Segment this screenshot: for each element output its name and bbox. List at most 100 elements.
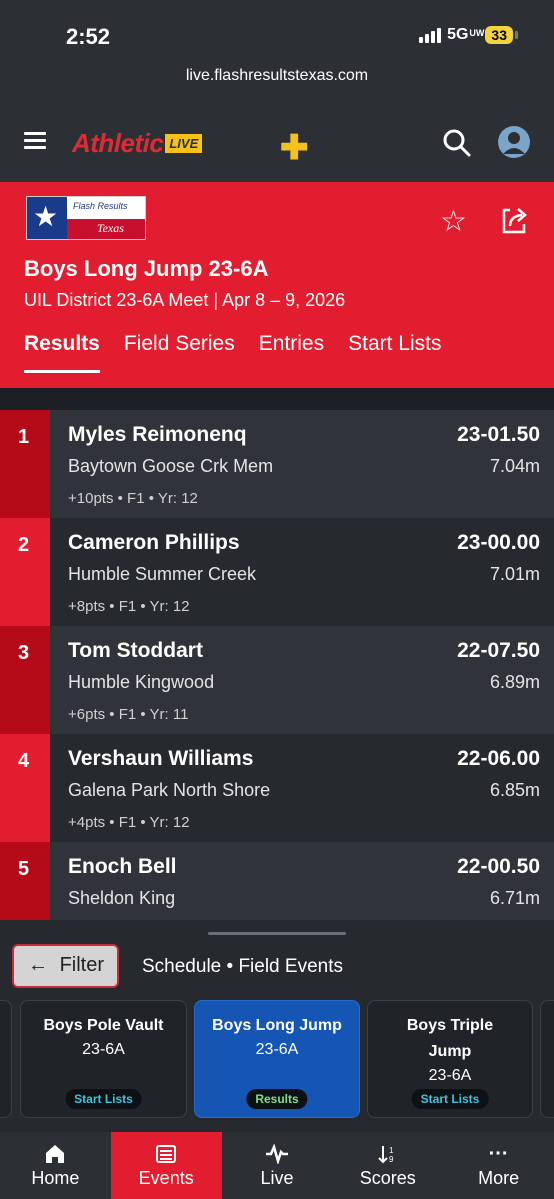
svg-text:1: 1 <box>389 1146 394 1155</box>
mark-metric: 7.01m <box>489 564 540 584</box>
meet-subtitle: UIL District 23-6A Meet | Apr 8 – 9, 202… <box>24 290 346 310</box>
team-name: Baytown Goose Crk Mem <box>68 456 274 476</box>
athlete-name[interactable]: Cameron Phillips <box>68 531 240 555</box>
mark-metric: 6.85m <box>489 780 540 800</box>
event-card-triple-jump[interactable]: Boys Triple Jump 23-6A Start Lists <box>367 1000 533 1118</box>
arrow-left-icon: ← <box>28 954 48 976</box>
account-icon[interactable] <box>498 126 530 158</box>
app-screen: 2:52 5G UW 33 live.flashresultstexas.com… <box>0 0 554 1199</box>
nav-scores[interactable]: 19 Scores <box>332 1132 443 1199</box>
mark-imperial: 22-07.50 <box>457 639 540 662</box>
result-row[interactable]: 4 Vershaun Williams Galena Park North Sh… <box>0 734 554 842</box>
place-number: 4 <box>0 734 50 842</box>
home-icon <box>0 1142 111 1166</box>
battery-tip <box>515 31 518 39</box>
card-division: 23-6A <box>255 1041 299 1058</box>
status-badge: Start Lists <box>411 1089 489 1109</box>
event-tabs: Results Field Series Entries Start Lists <box>24 332 441 373</box>
athlete-name[interactable]: Myles Reimonenq <box>68 423 247 447</box>
team-name: Humble Kingwood <box>68 672 215 692</box>
mark-imperial: 22-06.00 <box>457 747 540 770</box>
flash-results-texas-logo: ★ Flash Results Texas <box>26 196 146 240</box>
card-title: Boys Pole Vault <box>43 1017 164 1034</box>
url-text: live.flashresultstexas.com <box>185 67 369 84</box>
status-badge: Start Lists <box>65 1089 142 1109</box>
network-suffix: UW <box>469 27 485 38</box>
tab-entries[interactable]: Entries <box>259 332 324 373</box>
result-meta: +10pts • F1 • Yr: 12 <box>68 490 198 507</box>
athlete-name[interactable]: Vershaun Williams <box>68 747 253 771</box>
event-cards: Boys Pole Vault 23-6A Start Lists Boys L… <box>0 1000 554 1120</box>
logo-text: Athletic <box>72 128 164 158</box>
tab-field-series[interactable]: Field Series <box>124 332 235 373</box>
tab-start-lists[interactable]: Start Lists <box>348 332 441 373</box>
team-name: Sheldon King <box>68 888 176 908</box>
status-icons: 5G UW 33 <box>419 26 518 44</box>
nav-label: Scores <box>359 1168 416 1188</box>
more-dots-icon: ··· <box>488 1142 509 1165</box>
event-picker-sheet: ← Filter Schedule • Field Events Boys Po… <box>0 920 554 1132</box>
athlete-name[interactable]: Tom Stoddart <box>68 639 203 663</box>
nav-label: Home <box>31 1168 80 1188</box>
result-row[interactable]: 3 Tom Stoddart Humble Kingwood +6pts • F… <box>0 626 554 734</box>
mark-metric: 7.04m <box>489 456 540 476</box>
filter-label: Filter <box>59 954 105 976</box>
logo-badge: LIVE <box>165 134 203 153</box>
favorite-icon[interactable]: ☆ <box>440 204 467 239</box>
mark-imperial: 22-00.50 <box>457 855 540 878</box>
event-card-partial[interactable] <box>0 1000 12 1118</box>
event-card-pole-vault[interactable]: Boys Pole Vault 23-6A Start Lists <box>20 1000 187 1118</box>
results-list: 1 Myles Reimonenq Baytown Goose Crk Mem … <box>0 410 554 950</box>
mark-metric: 6.89m <box>489 672 540 692</box>
athlete-name[interactable]: Enoch Bell <box>68 855 177 879</box>
mark-imperial: 23-00.00 <box>457 531 540 554</box>
status-time: 2:52 <box>66 24 111 49</box>
card-title: Boys Triple Jump <box>406 1017 494 1060</box>
nav-more[interactable]: ··· More <box>443 1132 554 1199</box>
network-label: 5G <box>447 26 469 43</box>
card-title: Boys Long Jump <box>212 1017 342 1034</box>
card-division: 23-6A <box>428 1067 472 1084</box>
svg-text:9: 9 <box>389 1155 394 1164</box>
result-meta: +4pts • F1 • Yr: 12 <box>68 814 190 831</box>
nav-home[interactable]: Home <box>0 1132 111 1199</box>
sheet-grabber[interactable] <box>208 932 346 935</box>
nav-events[interactable]: Events <box>110 1132 222 1199</box>
filter-button[interactable]: ← Filter <box>12 944 119 988</box>
nav-label: Live <box>260 1168 294 1188</box>
result-meta: +6pts • F1 • Yr: 11 <box>68 706 189 723</box>
place-number: 3 <box>0 626 50 734</box>
team-name: Galena Park North Shore <box>68 780 271 800</box>
url-bar[interactable]: live.flashresultstexas.com <box>0 60 554 100</box>
team-name: Humble Summer Creek <box>68 564 257 584</box>
search-icon[interactable] <box>442 128 472 158</box>
event-card-partial[interactable] <box>540 1000 554 1118</box>
place-number: 2 <box>0 518 50 626</box>
event-title: Boys Long Jump 23-6A <box>24 256 269 281</box>
tab-results[interactable]: Results <box>24 332 100 373</box>
nav-live[interactable]: Live <box>222 1132 333 1199</box>
sort-icon: 19 <box>332 1142 443 1166</box>
signal-icon <box>419 27 442 43</box>
event-card-long-jump[interactable]: Boys Long Jump 23-6A Results <box>194 1000 360 1118</box>
result-row[interactable]: 1 Myles Reimonenq Baytown Goose Crk Mem … <box>0 410 554 518</box>
star-icon: ★ <box>33 201 59 232</box>
result-row[interactable]: 2 Cameron Phillips Humble Summer Creek +… <box>0 518 554 626</box>
plus-logo-icon[interactable]: ✚ <box>280 128 309 168</box>
place-number: 1 <box>0 410 50 518</box>
events-list-icon <box>111 1142 222 1166</box>
pulse-icon <box>222 1142 333 1166</box>
share-icon[interactable] <box>498 204 530 236</box>
nav-label: Events <box>138 1168 194 1188</box>
card-division: 23-6A <box>82 1041 125 1058</box>
status-badge: Results <box>246 1089 308 1109</box>
bottom-nav: Home Events Live 19 Scores ··· More <box>0 1132 554 1199</box>
breadcrumb: Schedule • Field Events <box>142 956 343 977</box>
event-header: ★ Flash Results Texas ☆ Boys Long Jump 2… <box>0 182 554 388</box>
battery-icon: 33 <box>485 26 513 44</box>
athletic-live-logo[interactable]: Athletic LIVE <box>72 128 203 159</box>
nav-label: More <box>478 1168 520 1188</box>
menu-icon[interactable] <box>24 132 46 150</box>
status-bar: 2:52 5G UW 33 <box>0 0 554 60</box>
mark-imperial: 23-01.50 <box>457 423 540 446</box>
